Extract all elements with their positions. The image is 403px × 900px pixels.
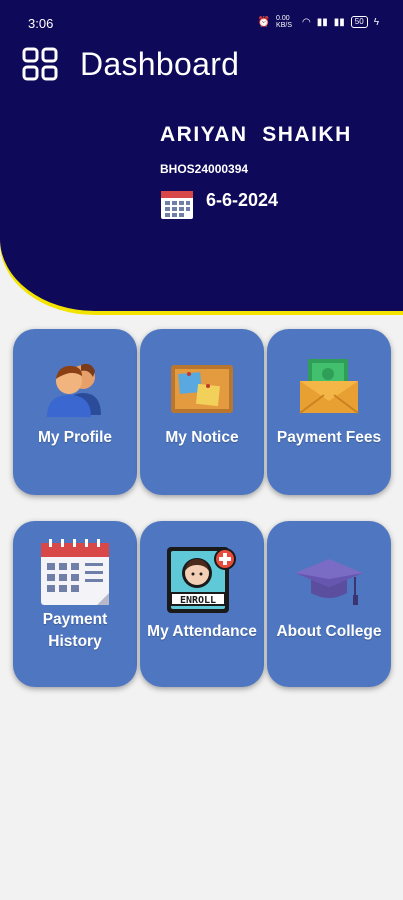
payment-history-tile[interactable]: Payment History <box>13 521 137 687</box>
calendar-icon <box>161 191 193 219</box>
notice-board-icon <box>171 365 233 413</box>
student-name: ARIYAN SHAIKH <box>160 123 352 146</box>
about-college-label: About College <box>276 623 382 640</box>
battery-icon: 50 <box>350 16 368 28</box>
payment-history-label: Payment History <box>42 611 108 650</box>
svg-text:ENROLL: ENROLL <box>180 595 216 606</box>
network-speed: 0.00 KB/S <box>276 15 292 29</box>
status-time: 3:06 <box>28 16 54 31</box>
menu-grid-icon[interactable] <box>22 47 58 81</box>
current-date: 6-6-2024 <box>206 190 279 210</box>
my-notice-label: My Notice <box>165 429 239 446</box>
my-profile-tile[interactable]: My Profile <box>13 329 137 495</box>
payment-fees-label: Payment Fees <box>276 429 382 446</box>
page-title: Dashboard <box>80 46 240 82</box>
status-bar: 3:06 ⏰ 0.00 KB/S ◠ ▮▮ ▮▮ 50 ϟ <box>0 0 403 40</box>
alarm-icon: ⏰ <box>257 16 271 28</box>
my-attendance-label: My Attendance <box>147 623 257 640</box>
payment-fees-tile[interactable]: Payment Fees <box>267 329 391 495</box>
enroll-badge-icon: ENROLL <box>167 547 236 613</box>
wifi-icon: ◠ <box>302 16 311 28</box>
money-envelope-icon <box>299 359 359 414</box>
signal-icon-2: ▮▮ <box>333 16 345 28</box>
about-college-tile[interactable]: About College <box>267 521 391 687</box>
my-attendance-tile[interactable]: ENROLL My Attendance <box>140 521 264 687</box>
student-id: BHOS24000394 <box>160 162 249 176</box>
users-icon <box>47 363 101 417</box>
my-notice-tile[interactable]: My Notice <box>140 329 264 495</box>
dashboard-header: 3:06 ⏰ 0.00 KB/S ◠ ▮▮ ▮▮ 50 ϟ Dashboard … <box>0 0 403 311</box>
my-profile-label: My Profile <box>37 429 113 446</box>
calendar-icon <box>41 539 109 605</box>
charging-icon: ϟ <box>373 16 379 28</box>
graduation-cap-icon <box>295 559 363 605</box>
signal-icon: ▮▮ <box>316 16 328 28</box>
